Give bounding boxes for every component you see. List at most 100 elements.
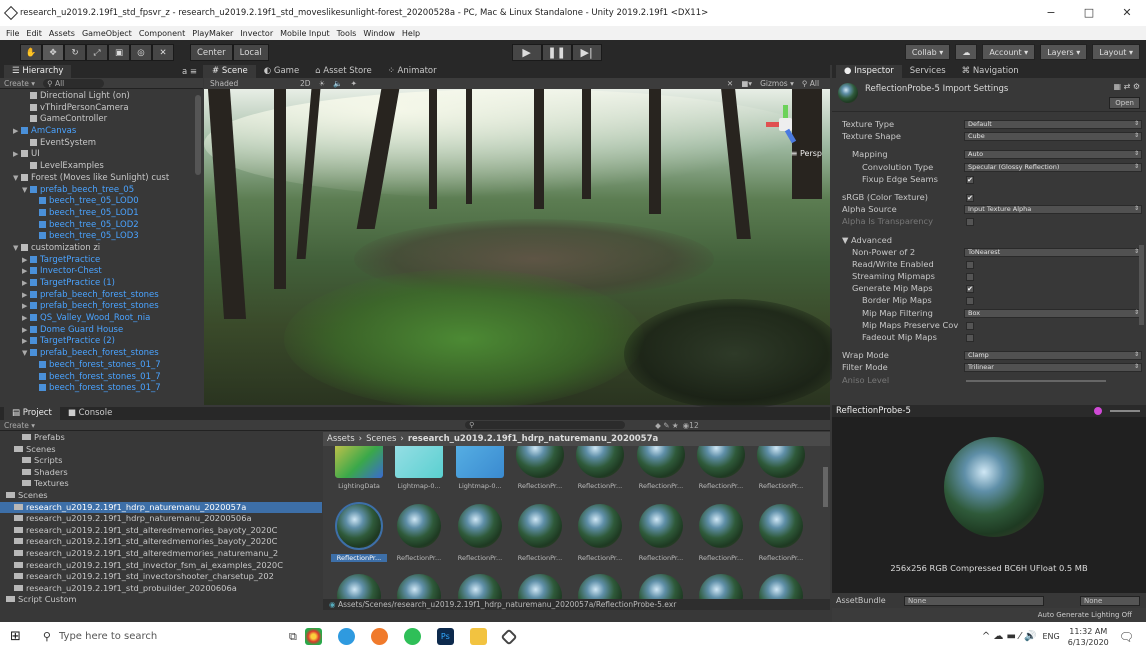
language-indicator[interactable]: ENG [1042, 632, 1059, 641]
asset-thumbnail[interactable] [578, 504, 622, 548]
project-folder-item[interactable]: research_u2019.2.19f1_hdrp_naturemanu_20… [0, 513, 322, 525]
expand-arrow-icon[interactable]: ▼ [22, 185, 30, 197]
hierarchy-item[interactable]: beech_tree_05_LOD1 [0, 208, 203, 220]
project-folder-item[interactable]: Textures [0, 478, 322, 490]
unity-taskbar-icon[interactable] [500, 628, 518, 645]
project-search-input[interactable]: ⚲ [465, 421, 626, 429]
expand-arrow-icon[interactable]: ▶ [22, 255, 30, 267]
layers-dropdown[interactable]: Layers ▾ [1040, 44, 1088, 60]
tab-project[interactable]: ▤ Project [4, 407, 60, 420]
breadcrumb-item[interactable]: research_u2019.2.19f1_hdrp_naturemanu_20… [408, 434, 658, 444]
project-folder-item[interactable]: Shaders [0, 467, 322, 479]
property-checkbox[interactable] [966, 273, 974, 282]
property-dropdown[interactable]: Auto [964, 150, 1142, 160]
hand-tool-button[interactable]: ✋ [20, 44, 42, 61]
breadcrumb-item[interactable]: Scenes [366, 434, 396, 444]
assetbundle-variant-dropdown[interactable]: None [1080, 595, 1140, 606]
hierarchy-item[interactable]: beech_tree_05_LOD0 [0, 196, 203, 208]
property-dropdown[interactable]: Specular (Glossy Reflection) [964, 162, 1142, 172]
property-dropdown[interactable]: Default [964, 120, 1142, 129]
menu-edit[interactable]: Edit [26, 29, 42, 38]
asset-thumbnail[interactable] [395, 446, 443, 478]
shading-mode-dropdown[interactable]: Shaded [210, 79, 290, 88]
hierarchy-item[interactable]: ▶ Invector-Chest [0, 266, 203, 278]
hierarchy-item[interactable]: ▶ TargetPractice [0, 255, 203, 267]
menu-assets[interactable]: Assets [49, 29, 75, 38]
menu-playmaker[interactable]: PlayMaker [192, 29, 233, 38]
project-folder-item[interactable]: research_u2019.2.19f1_std_invectorshoote… [0, 571, 322, 583]
clock[interactable]: 11:32 AM 6/13/2020 [1068, 626, 1109, 648]
reflection-sphere-preview[interactable] [944, 437, 1044, 537]
hierarchy-item[interactable]: ▼ prefab_beech_tree_05 [0, 185, 203, 197]
hierarchy-item[interactable]: beech_forest_stones_01_7 [0, 383, 203, 395]
notification-icon[interactable]: 🗨 [1119, 630, 1134, 644]
photoshop-icon[interactable]: Ps [436, 628, 454, 645]
property-checkbox[interactable]: ✔ [966, 175, 974, 184]
property-checkbox[interactable] [966, 321, 974, 330]
expand-arrow-icon[interactable]: ▶ [13, 126, 21, 138]
project-create-button[interactable]: Create ▾ [4, 421, 35, 430]
asset-thumbnail[interactable] [458, 504, 502, 548]
project-folder-item[interactable]: Scenes [0, 490, 322, 502]
asset-thumbnail[interactable] [397, 504, 441, 548]
edge-icon[interactable] [337, 628, 355, 645]
asset-thumbnail[interactable] [637, 446, 685, 478]
expand-arrow-icon[interactable]: ▶ [22, 278, 30, 290]
asset-thumbnail[interactable] [759, 504, 803, 548]
expand-arrow-icon[interactable]: ▶ [22, 325, 30, 337]
rect-tool-button[interactable]: ▣ [108, 44, 130, 61]
expand-arrow-icon[interactable]: ▶ [22, 313, 30, 325]
hierarchy-item[interactable]: ▼ customization zi [0, 243, 203, 255]
hierarchy-item[interactable]: vThirdPersonCamera [0, 103, 203, 115]
property-checkbox[interactable] [966, 334, 974, 342]
property-dropdown[interactable]: Box [964, 308, 1142, 318]
hierarchy-item[interactable]: ▶ AmCanvas [0, 126, 203, 138]
tab-services[interactable]: Services [902, 65, 954, 78]
menu-tools[interactable]: Tools [337, 29, 357, 38]
project-folder-item[interactable]: Prefabs [0, 432, 322, 444]
expand-arrow-icon[interactable]: ▼ [13, 243, 21, 255]
hierarchy-scrollbar[interactable] [195, 95, 201, 175]
tab-asset-store[interactable]: ⌂ Asset Store [307, 65, 380, 78]
gizmo-center[interactable] [779, 118, 792, 131]
asset-thumbnail[interactable] [456, 446, 504, 478]
project-folder-item[interactable]: research_u2019.2.19f1_std_alteredmemorie… [0, 525, 322, 537]
asset-thumbnail[interactable] [518, 504, 562, 548]
hierarchy-item[interactable]: beech_forest_stones_01_7 [0, 372, 203, 384]
scene-viewport[interactable]: ≡ Persp [204, 89, 844, 409]
preview-mip-slider[interactable] [1110, 410, 1140, 412]
layout-dropdown[interactable]: Layout ▾ [1092, 44, 1140, 60]
cloud-button[interactable]: ☁ [955, 44, 978, 60]
hierarchy-item[interactable]: ▶ QS_Valley_Wood_Root_nia [0, 313, 203, 325]
hierarchy-item[interactable]: ▶ UI [0, 149, 203, 161]
gizmos-dropdown[interactable]: Gizmos ▾ [760, 79, 794, 88]
firefox-icon[interactable] [370, 628, 388, 645]
tab-animator[interactable]: ⁘ Animator [380, 65, 445, 78]
property-checkbox[interactable]: ✔ [966, 193, 974, 202]
project-folder-item[interactable]: Script Custom [0, 594, 322, 606]
expand-arrow-icon[interactable]: ▶ [22, 336, 30, 348]
property-checkbox[interactable] [966, 218, 974, 227]
tab-console[interactable]: ■ Console [60, 407, 120, 420]
tab-inspector[interactable]: ● Inspector [836, 65, 902, 78]
expand-arrow-icon[interactable]: ▼ [22, 348, 30, 360]
minimize-button[interactable]: − [1032, 0, 1070, 26]
task-view-icon[interactable]: ⧉ [289, 630, 297, 644]
expand-arrow-icon[interactable]: ▶ [13, 149, 21, 161]
mode-2d-toggle[interactable]: 2D [300, 79, 311, 88]
menu-invector[interactable]: Invector [240, 29, 273, 38]
expand-arrow-icon[interactable]: ▶ [22, 266, 30, 278]
step-button[interactable]: ▶| [571, 44, 602, 61]
expand-arrow-icon[interactable]: ▶ [22, 290, 30, 302]
tab-scene[interactable]: # Scene [204, 65, 256, 78]
tab-navigation[interactable]: ⌘ Navigation [954, 65, 1027, 78]
asset-thumbnail[interactable] [757, 446, 805, 478]
play-button[interactable]: ▶ [511, 44, 542, 61]
effects-dropdown-icon[interactable]: ✦ [351, 79, 357, 88]
hierarchy-item[interactable]: ▶ prefab_beech_forest_stones [0, 301, 203, 313]
inspector-scrollbar[interactable] [1139, 245, 1144, 325]
expand-arrow-icon[interactable]: ▶ [22, 301, 30, 313]
hierarchy-item[interactable]: beech_forest_stones_01_7 [0, 360, 203, 372]
asset-thumbnail[interactable] [516, 446, 564, 478]
property-checkbox[interactable] [966, 260, 974, 269]
